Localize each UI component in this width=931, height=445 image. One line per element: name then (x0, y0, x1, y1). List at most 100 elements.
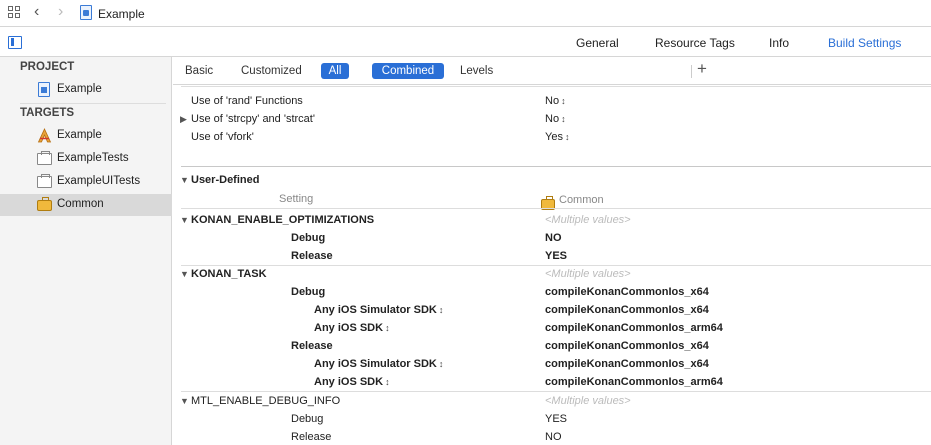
popup-stepper-icon: ↕ (438, 359, 444, 369)
project-header: PROJECT (20, 61, 75, 73)
sidebar-item-label: Example (57, 83, 102, 95)
section-divider (181, 166, 931, 167)
project-navigator: PROJECT Example TARGETS Example ExampleT… (0, 57, 172, 445)
setting-value[interactable]: NO (545, 431, 562, 443)
disclosure-triangle-icon[interactable]: ▼ (180, 396, 189, 406)
tab-info[interactable]: Info (769, 36, 789, 50)
setting-name: KONAN_ENABLE_OPTIMIZATIONS (191, 214, 375, 226)
column-header-setting: Setting (279, 193, 314, 205)
sdk-condition[interactable]: Any iOS Simulator SDK ↕ (314, 358, 443, 370)
setting-value[interactable]: Yes ↕ (545, 131, 569, 143)
config-name: Debug (291, 232, 326, 244)
filter-customized[interactable]: Customized (241, 65, 302, 77)
sdk-condition[interactable]: Any iOS SDK ↕ (314, 376, 390, 388)
project-file-icon (80, 5, 92, 20)
top-navigation-bar: ‹ › Example (0, 0, 931, 27)
sidebar-item-target-common[interactable]: Common (0, 194, 172, 216)
setting-row-debug-sim[interactable]: Any iOS Simulator SDK ↕ compileKonanCommo… (173, 301, 931, 319)
filter-levels[interactable]: Levels (460, 65, 493, 77)
filter-combined[interactable]: Combined (372, 63, 444, 79)
setting-row-debug[interactable]: Debug YES (173, 410, 931, 428)
sidebar-divider (20, 103, 166, 104)
setting-row-release[interactable]: Release NO (173, 428, 931, 445)
popup-stepper-icon: ↕ (438, 305, 444, 315)
sidebar-item-target-exampleuitests[interactable]: ExampleUITests (0, 171, 172, 193)
add-setting-button[interactable]: + (697, 59, 707, 79)
sidebar-item-target-example[interactable]: Example (0, 125, 172, 147)
sidebar-item-project-example[interactable]: Example (0, 79, 172, 101)
setting-value[interactable]: compileKonanCommonIos_x64 (545, 304, 709, 316)
setting-row-konan-task[interactable]: ▼ KONAN_TASK <Multiple values> (173, 265, 931, 283)
targets-header: TARGETS (20, 107, 75, 119)
sidebar-item-target-exampletests[interactable]: ExampleTests (0, 148, 172, 170)
setting-value[interactable]: compileKonanCommonIos_x64 (545, 358, 709, 370)
sidebar-item-label: Common (57, 198, 104, 210)
setting-row[interactable]: ▶ Use of 'strcpy' and 'strcat' No ↕ (173, 110, 931, 128)
disclosure-triangle-icon[interactable]: ▶ (180, 114, 187, 125)
config-name: Release (291, 250, 333, 262)
forward-chevron-icon[interactable]: › (58, 3, 63, 21)
disclosure-triangle-icon[interactable]: ▼ (180, 175, 189, 185)
build-settings-filter-bar: Basic Customized All Combined Levels + (173, 57, 931, 85)
section-title: User-Defined (191, 174, 260, 186)
tab-resource-tags[interactable]: Resource Tags (655, 36, 735, 50)
setting-value[interactable]: No ↕ (545, 95, 566, 107)
popup-stepper-icon: ↕ (561, 96, 566, 106)
setting-row[interactable]: Use of 'vfork' Yes ↕ (173, 128, 931, 146)
sidebar-item-label: ExampleUITests (57, 175, 141, 187)
build-settings-table: Use of 'rand' Functions No ↕ ▶ Use of 'st… (173, 86, 931, 445)
popup-stepper-icon: ↕ (385, 377, 390, 387)
setting-row-debug[interactable]: Debug NO (173, 229, 931, 247)
sidebar-item-label: Example (57, 129, 102, 141)
setting-row-release[interactable]: Release compileKonanCommonIos_x64 (173, 337, 931, 355)
setting-row-release-sdk[interactable]: Any iOS SDK ↕ compileKonanCommonIos_arm64 (173, 373, 931, 391)
sdk-condition[interactable]: Any iOS Simulator SDK ↕ (314, 304, 443, 316)
test-bundle-icon (37, 151, 52, 165)
setting-name: KONAN_TASK (191, 268, 267, 280)
setting-name: Use of 'vfork' (191, 131, 254, 143)
setting-value[interactable]: compileKonanCommonIos_arm64 (545, 376, 723, 388)
breadcrumb[interactable]: Example (98, 7, 145, 21)
config-name: Debug (291, 286, 326, 298)
column-header-target: Common (541, 193, 604, 210)
popup-stepper-icon: ↕ (564, 132, 570, 142)
project-file-icon (38, 82, 50, 97)
setting-value[interactable]: <Multiple values> (545, 395, 631, 407)
popup-stepper-icon: ↕ (385, 323, 390, 333)
column-header-row: Setting Common (173, 190, 931, 210)
tab-build-settings[interactable]: Build Settings (828, 36, 901, 50)
setting-value[interactable]: <Multiple values> (545, 214, 631, 226)
setting-value[interactable]: <Multiple values> (545, 268, 631, 280)
filter-all[interactable]: All (321, 63, 349, 79)
sidebar-item-label: ExampleTests (57, 152, 129, 164)
setting-row[interactable]: Use of 'rand' Functions No ↕ (173, 92, 931, 110)
disclosure-triangle-icon[interactable]: ▼ (180, 269, 189, 279)
section-header-user-defined[interactable]: ▼ User-Defined (173, 171, 931, 189)
setting-value[interactable]: No ↕ (545, 113, 566, 125)
filter-divider (691, 65, 692, 78)
setting-row-konan-enable-optimizations[interactable]: ▼ KONAN_ENABLE_OPTIMIZATIONS <Multiple v… (173, 211, 931, 229)
config-name: Release (291, 431, 332, 443)
setting-value[interactable]: compileKonanCommonIos_arm64 (545, 322, 723, 334)
setting-value[interactable]: NO (545, 232, 562, 244)
app-target-icon (37, 128, 52, 143)
disclosure-triangle-icon[interactable]: ▼ (180, 215, 189, 225)
setting-row-debug-sdk[interactable]: Any iOS SDK ↕ compileKonanCommonIos_arm64 (173, 319, 931, 337)
filter-basic[interactable]: Basic (185, 65, 213, 77)
setting-row-debug[interactable]: Debug compileKonanCommonIos_x64 (173, 283, 931, 301)
setting-row-mtl-enable-debug-info[interactable]: ▼ MTL_ENABLE_DEBUG_INFO <Multiple values… (173, 392, 931, 410)
tab-general[interactable]: General (576, 36, 619, 50)
sidebar-toggle-icon[interactable] (8, 36, 22, 49)
setting-value[interactable]: compileKonanCommonIos_x64 (545, 340, 709, 352)
sdk-condition[interactable]: Any iOS SDK ↕ (314, 322, 390, 334)
setting-row-release-sim[interactable]: Any iOS Simulator SDK ↕ compileKonanCommo… (173, 355, 931, 373)
setting-value[interactable]: compileKonanCommonIos_x64 (545, 286, 709, 298)
related-items-grid-icon[interactable] (8, 6, 22, 20)
setting-value[interactable]: YES (545, 250, 567, 262)
editor-tab-bar: General Resource Tags Info Build Setting… (0, 28, 931, 57)
setting-name: Use of 'strcpy' and 'strcat' (191, 113, 315, 125)
back-chevron-icon[interactable]: ‹ (34, 3, 39, 21)
setting-name: MTL_ENABLE_DEBUG_INFO (191, 395, 341, 407)
setting-row-release[interactable]: Release YES (173, 247, 931, 265)
setting-value[interactable]: YES (545, 413, 567, 425)
